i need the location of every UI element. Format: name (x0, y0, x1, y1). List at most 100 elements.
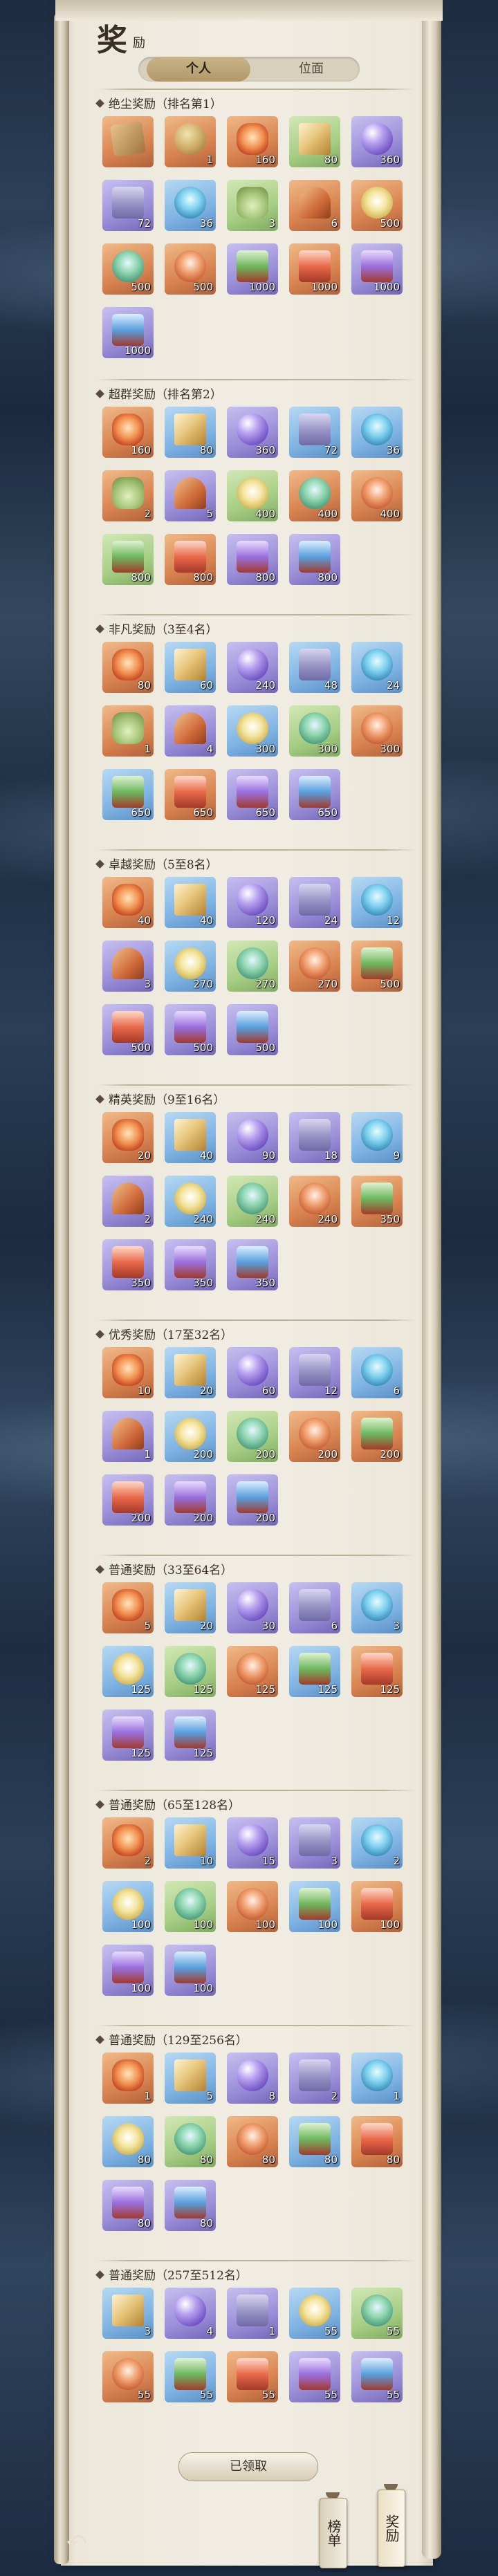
reward-item[interactable]: 36 (351, 407, 403, 458)
reward-item[interactable]: 55 (227, 2351, 278, 2402)
reward-item[interactable]: 2 (102, 1817, 154, 1869)
reward-item[interactable]: 1000 (227, 243, 278, 295)
reward-item[interactable]: 360 (227, 407, 278, 458)
reward-item[interactable]: 100 (289, 1881, 340, 1932)
reward-item[interactable]: 100 (165, 1945, 216, 1996)
reward-item[interactable]: 125 (165, 1709, 216, 1761)
reward-item[interactable]: 650 (289, 769, 340, 820)
reward-item[interactable]: 200 (102, 1474, 154, 1526)
reward-item[interactable]: 5 (165, 470, 216, 521)
reward-item[interactable]: 1000 (351, 243, 403, 295)
reward-item[interactable]: 125 (227, 1646, 278, 1697)
reward-item[interactable]: 1 (102, 2053, 154, 2104)
reward-item[interactable]: 18 (289, 1112, 340, 1163)
reward-item[interactable]: 120 (227, 877, 278, 928)
reward-item[interactable]: 6 (289, 180, 340, 231)
reward-item[interactable]: 80 (227, 2116, 278, 2167)
reward-item[interactable]: 500 (165, 1004, 216, 1055)
reward-item[interactable]: 20 (102, 1112, 154, 1163)
reward-item[interactable]: 270 (227, 940, 278, 992)
reward-item[interactable]: 1 (165, 116, 216, 167)
reward-item[interactable]: 60 (165, 642, 216, 693)
reward-item[interactable]: 125 (289, 1646, 340, 1697)
reward-item[interactable]: 400 (227, 470, 278, 521)
reward-item[interactable]: 125 (102, 1709, 154, 1761)
reward-item[interactable]: 240 (227, 642, 278, 693)
reward-item[interactable]: 800 (227, 534, 278, 585)
reward-item[interactable]: 200 (227, 1411, 278, 1462)
reward-item[interactable]: 80 (165, 407, 216, 458)
reward-item[interactable]: 200 (165, 1411, 216, 1462)
reward-item[interactable]: 160 (227, 116, 278, 167)
reward-item[interactable]: 6 (289, 1582, 340, 1633)
reward-item[interactable]: 300 (227, 705, 278, 757)
reward-item[interactable]: 400 (289, 470, 340, 521)
reward-item[interactable]: 12 (289, 1347, 340, 1398)
reward-item[interactable]: 300 (289, 705, 340, 757)
reward-item[interactable]: 350 (165, 1239, 216, 1290)
reward-item[interactable]: 24 (351, 642, 403, 693)
reward-item[interactable]: 350 (102, 1239, 154, 1290)
reward-item[interactable]: 40 (165, 877, 216, 928)
reward-item[interactable]: 100 (102, 1945, 154, 1996)
reward-item[interactable]: 200 (289, 1411, 340, 1462)
reward-item[interactable]: 500 (165, 243, 216, 295)
reward-item[interactable]: 55 (351, 2288, 403, 2339)
reward-item[interactable]: 300 (351, 705, 403, 757)
reward-item[interactable]: 55 (165, 2351, 216, 2402)
reward-item[interactable]: 2 (102, 470, 154, 521)
reward-item[interactable]: 40 (165, 1112, 216, 1163)
claimed-button[interactable]: 已领取 (178, 2452, 318, 2481)
reward-item[interactable]: 3 (102, 2288, 154, 2339)
reward-item[interactable]: 270 (165, 940, 216, 992)
reward-item[interactable]: 500 (351, 180, 403, 231)
reward-item[interactable]: 125 (351, 1646, 403, 1697)
tab-personal[interactable]: 个人 (147, 57, 250, 82)
reward-item[interactable]: 100 (227, 1881, 278, 1932)
reward-item[interactable]: 4 (165, 2288, 216, 2339)
reward-item[interactable]: 500 (102, 1004, 154, 1055)
reward-item[interactable]: 10 (165, 1817, 216, 1869)
reward-item[interactable]: 80 (102, 642, 154, 693)
reward-item[interactable]: 200 (227, 1474, 278, 1526)
reward-item[interactable]: 2 (102, 1176, 154, 1227)
reward-item[interactable]: 3 (289, 1817, 340, 1869)
reward-item[interactable]: 200 (165, 1474, 216, 1526)
reward-item[interactable]: 160 (102, 407, 154, 458)
reward-item[interactable]: 100 (165, 1881, 216, 1932)
reward-item[interactable]: 12 (351, 877, 403, 928)
reward-item[interactable]: 800 (102, 534, 154, 585)
tab-rewards[interactable]: 奖励 (378, 2490, 405, 2567)
reward-item[interactable] (102, 116, 154, 167)
reward-item[interactable]: 1 (102, 705, 154, 757)
reward-item[interactable]: 360 (351, 116, 403, 167)
reward-item[interactable]: 80 (351, 2116, 403, 2167)
reward-item[interactable]: 100 (351, 1881, 403, 1932)
back-button[interactable]: ↶ (66, 2530, 101, 2560)
reward-item[interactable]: 3 (351, 1582, 403, 1633)
reward-item[interactable]: 1 (351, 2053, 403, 2104)
reward-item[interactable]: 80 (289, 116, 340, 167)
reward-item[interactable]: 72 (289, 407, 340, 458)
reward-item[interactable]: 125 (165, 1646, 216, 1697)
reward-item[interactable]: 5 (102, 1582, 154, 1633)
reward-item[interactable]: 20 (165, 1582, 216, 1633)
reward-item[interactable]: 650 (165, 769, 216, 820)
reward-item[interactable]: 36 (165, 180, 216, 231)
reward-item[interactable]: 800 (289, 534, 340, 585)
reward-item[interactable]: 5 (165, 2053, 216, 2104)
reward-item[interactable]: 240 (289, 1176, 340, 1227)
reward-item[interactable]: 55 (289, 2288, 340, 2339)
reward-item[interactable]: 48 (289, 642, 340, 693)
reward-item[interactable]: 3 (227, 180, 278, 231)
reward-item[interactable]: 8 (227, 2053, 278, 2104)
reward-item[interactable]: 240 (165, 1176, 216, 1227)
reward-item[interactable]: 800 (165, 534, 216, 585)
reward-item[interactable]: 1 (102, 1411, 154, 1462)
reward-item[interactable]: 350 (351, 1176, 403, 1227)
reward-item[interactable]: 500 (227, 1004, 278, 1055)
reward-item[interactable]: 55 (102, 2351, 154, 2402)
reward-item[interactable]: 1 (227, 2288, 278, 2339)
reward-item[interactable]: 80 (102, 2116, 154, 2167)
reward-item[interactable]: 60 (227, 1347, 278, 1398)
